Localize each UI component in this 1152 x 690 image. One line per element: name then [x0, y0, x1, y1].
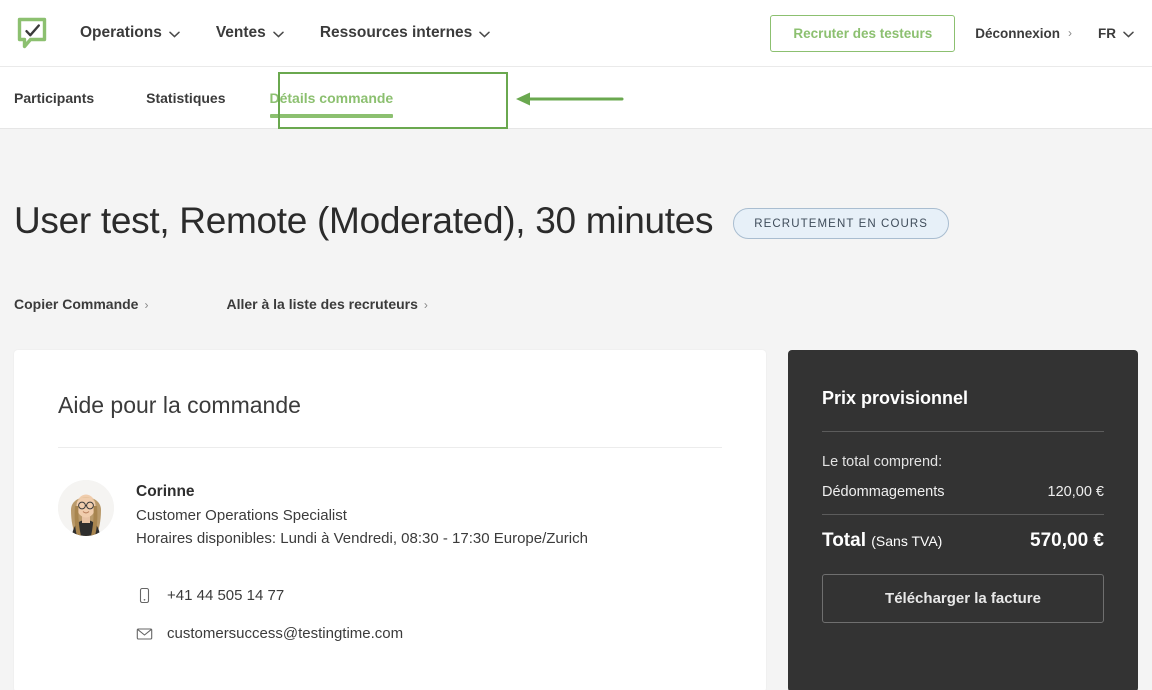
- provisional-price-panel: Prix provisionnel Le total comprend: Déd…: [788, 349, 1138, 690]
- order-help-card: Aide pour la commande Corinne Customer O…: [14, 349, 766, 690]
- copy-order-label: Copier Commande: [14, 295, 139, 312]
- chevron-down-icon: [273, 31, 284, 38]
- price-row-label: Dédommagements: [822, 483, 945, 500]
- app-header: Operations Ventes Ressources internes Re…: [0, 0, 1152, 67]
- header-actions: Recruter des testeurs Déconnexion › FR: [770, 14, 1138, 52]
- tab-participants[interactable]: Participants: [14, 67, 124, 128]
- price-panel-title: Prix provisionnel: [822, 388, 1104, 432]
- nav-item-ressources-internes[interactable]: Ressources internes: [302, 18, 509, 48]
- tab-label: Statistiques: [146, 89, 226, 106]
- chevron-right-icon: ›: [144, 297, 149, 312]
- nav-item-label: Ressources internes: [319, 24, 473, 41]
- price-total-row: Total (Sans TVA) 570,00 €: [822, 515, 1104, 552]
- envelope-icon: [136, 625, 153, 642]
- tab-label: Détails commande: [269, 89, 394, 106]
- contact-block: Corinne Customer Operations Specialist H…: [58, 448, 722, 551]
- chevron-right-icon: ›: [423, 297, 428, 312]
- recruit-testers-button[interactable]: Recruter des testeurs: [770, 14, 956, 52]
- price-total-label: Total: [822, 529, 866, 551]
- cards-row: Aide pour la commande Corinne Customer O…: [14, 312, 1138, 690]
- mobile-phone-icon: [136, 587, 153, 604]
- price-row-value: 120,00 €: [1047, 483, 1104, 500]
- go-to-recruiters-list-link[interactable]: Aller à la liste des recruteurs ›: [226, 296, 427, 312]
- chevron-down-icon: [479, 31, 491, 38]
- contact-phone-row[interactable]: +41 44 505 14 77: [136, 576, 722, 614]
- tab-statistiques[interactable]: Statistiques: [124, 67, 247, 128]
- contact-phone-value: +41 44 505 14 77: [167, 586, 285, 604]
- contact-name: Corinne: [136, 482, 195, 500]
- chevron-down-icon: [169, 31, 180, 38]
- download-invoice-button[interactable]: Télécharger la facture: [822, 573, 1104, 623]
- price-total-note: (Sans TVA): [871, 532, 943, 549]
- tab-label: Participants: [14, 89, 95, 106]
- price-row-compensation: Dédommagements 120,00 €: [822, 470, 1104, 515]
- main-nav: Operations Ventes Ressources internes: [80, 18, 508, 48]
- title-row: User test, Remote (Moderated), 30 minute…: [14, 129, 1138, 242]
- logout-label: Déconnexion: [975, 25, 1060, 41]
- nav-item-ventes[interactable]: Ventes: [198, 18, 302, 48]
- nav-item-label: Ventes: [215, 24, 266, 41]
- person-avatar-photo: [58, 479, 114, 536]
- contact-hours: Horaires disponibles: Lundi à Vendredi, …: [136, 529, 588, 547]
- status-badge: RECRUTEMENT EN COURS: [733, 207, 950, 239]
- copy-order-link[interactable]: Copier Commande ›: [14, 296, 148, 312]
- nav-item-label: Operations: [80, 24, 162, 41]
- main-content: User test, Remote (Moderated), 30 minute…: [0, 129, 1152, 690]
- tab-bar: Participants Statistiques Détails comman…: [0, 67, 1152, 129]
- page-title: User test, Remote (Moderated), 30 minute…: [14, 200, 714, 241]
- speech-bubble-check-logo[interactable]: [14, 15, 50, 51]
- go-to-recruiters-list-label: Aller à la liste des recruteurs: [226, 295, 418, 312]
- contact-email-value: customersuccess@testingtime.com: [167, 624, 404, 642]
- tab-details-commande[interactable]: Détails commande: [248, 67, 416, 128]
- nav-item-operations[interactable]: Operations: [80, 18, 198, 48]
- chevron-down-icon: [1123, 31, 1134, 38]
- price-panel-subtitle: Le total comprend:: [822, 453, 943, 470]
- language-label: FR: [1098, 25, 1116, 41]
- left-arrow-annotation: [514, 89, 624, 109]
- action-links: Copier Commande › Aller à la liste des r…: [14, 242, 1138, 312]
- contact-email-row[interactable]: customersuccess@testingtime.com: [136, 614, 722, 652]
- order-help-title: Aide pour la commande: [58, 392, 722, 448]
- chevron-right-icon: ›: [1068, 26, 1072, 40]
- language-selector[interactable]: FR: [1092, 26, 1138, 41]
- contact-methods: +41 44 505 14 77 customersuccess@testing…: [58, 550, 722, 652]
- price-total-value: 570,00 €: [1030, 529, 1104, 551]
- contact-role: Customer Operations Specialist: [136, 506, 347, 524]
- contact-details: Corinne Customer Operations Specialist H…: [136, 480, 588, 551]
- logout-link[interactable]: Déconnexion ›: [955, 26, 1092, 41]
